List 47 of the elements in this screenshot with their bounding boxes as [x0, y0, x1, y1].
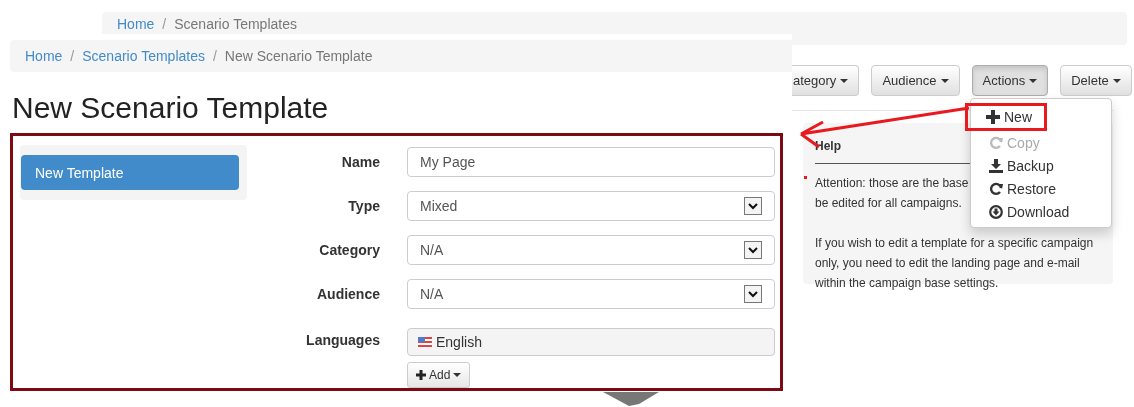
field-label: Languages: [305, 331, 380, 348]
breadcrumb-current: Scenario Templates: [174, 16, 297, 32]
caret-icon: [1112, 78, 1121, 83]
dropdown-button[interactable]: Actions: [971, 65, 1049, 96]
chevron-down-icon: [744, 285, 762, 303]
menu-item[interactable]: Restore: [971, 177, 1075, 200]
help-text: Attention: those are the base: [815, 175, 969, 192]
flag-icon: [418, 337, 432, 347]
add-button[interactable]: Add: [407, 362, 471, 388]
menu-item[interactable]: New: [965, 103, 1047, 131]
menu-item[interactable]: Download: [971, 200, 1088, 223]
help-title: Help: [815, 138, 841, 155]
page-title: New Scenario Template: [12, 90, 330, 126]
chevron-shape: [603, 392, 659, 406]
sidebar-item[interactable]: New Template: [21, 155, 239, 190]
field-label: Category: [318, 242, 380, 258]
caret-icon: [453, 373, 462, 377]
plus-icon: [986, 110, 1000, 124]
dropdown-button[interactable]: Audience: [871, 65, 960, 96]
chevron-down-icon: [744, 241, 762, 259]
refresh-icon: [989, 181, 1003, 196]
breadcrumb-separator: /: [162, 16, 167, 32]
download-icon: [989, 158, 1003, 173]
field-label: Name: [340, 154, 380, 170]
select-field[interactable]: N/A: [407, 279, 775, 309]
caret-icon: [1029, 78, 1038, 83]
help-text: be edited for all campaigns.: [815, 195, 962, 212]
chevron-down-icon: [744, 197, 762, 215]
input-field[interactable]: My Page: [407, 147, 775, 177]
breadcrumb-separator: /: [70, 48, 75, 64]
annotation-mark: [804, 176, 807, 179]
download-circle-icon: [989, 204, 1003, 219]
field-label: Audience: [316, 286, 380, 302]
refresh-icon: [989, 135, 1003, 150]
dropdown-button[interactable]: Delete: [1060, 65, 1132, 96]
language-field[interactable]: English: [407, 328, 775, 356]
dropdown-button[interactable]: ategory: [792, 65, 860, 96]
breadcrumb-current: New Scenario Template: [224, 48, 373, 64]
field-label: Type: [347, 198, 380, 214]
breadcrumb-separator: /: [212, 48, 217, 64]
plus-icon: [416, 370, 426, 380]
select-field[interactable]: Mixed: [407, 191, 775, 221]
help-text: If you wish to edit a template for a specific campaign only, you need to edit the landing page and e-mail within the campaign base settings.: [815, 235, 1095, 292]
caret-icon: [840, 78, 849, 83]
menu-item[interactable]: Backup: [971, 154, 1072, 177]
select-field[interactable]: N/A: [407, 235, 775, 265]
caret-icon: [940, 78, 949, 83]
